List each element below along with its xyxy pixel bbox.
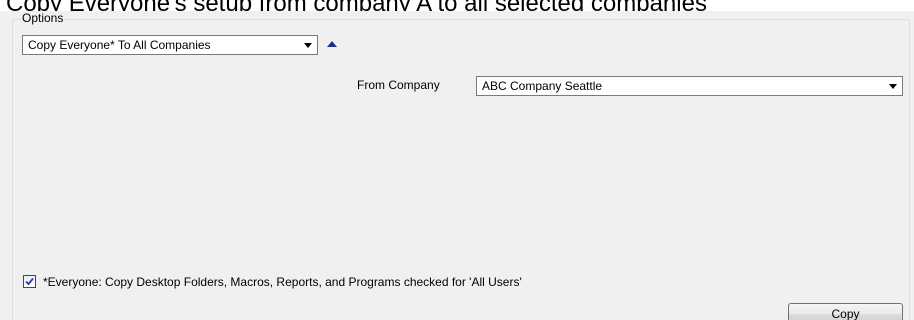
everyone-checkbox[interactable] — [23, 275, 36, 288]
copy-button[interactable]: Copy — [788, 303, 903, 320]
from-company-value: ABC Company Seattle — [482, 79, 603, 93]
triangle-up-icon[interactable] — [327, 41, 337, 47]
copy-mode-value: Copy Everyone* To All Companies — [28, 38, 211, 52]
copy-mode-select[interactable]: Copy Everyone* To All Companies — [22, 35, 318, 55]
from-company-label: From Company — [357, 78, 440, 92]
from-company-select[interactable]: ABC Company Seattle — [476, 76, 903, 96]
options-legend: Options — [20, 11, 66, 25]
options-panel: Options Copy Everyone* To All Companies … — [0, 11, 914, 320]
checkmark-icon — [25, 277, 34, 286]
chevron-down-icon[interactable] — [889, 84, 897, 89]
chevron-down-icon[interactable] — [304, 43, 312, 48]
everyone-checkbox-label: *Everyone: Copy Desktop Folders, Macros,… — [43, 275, 522, 289]
